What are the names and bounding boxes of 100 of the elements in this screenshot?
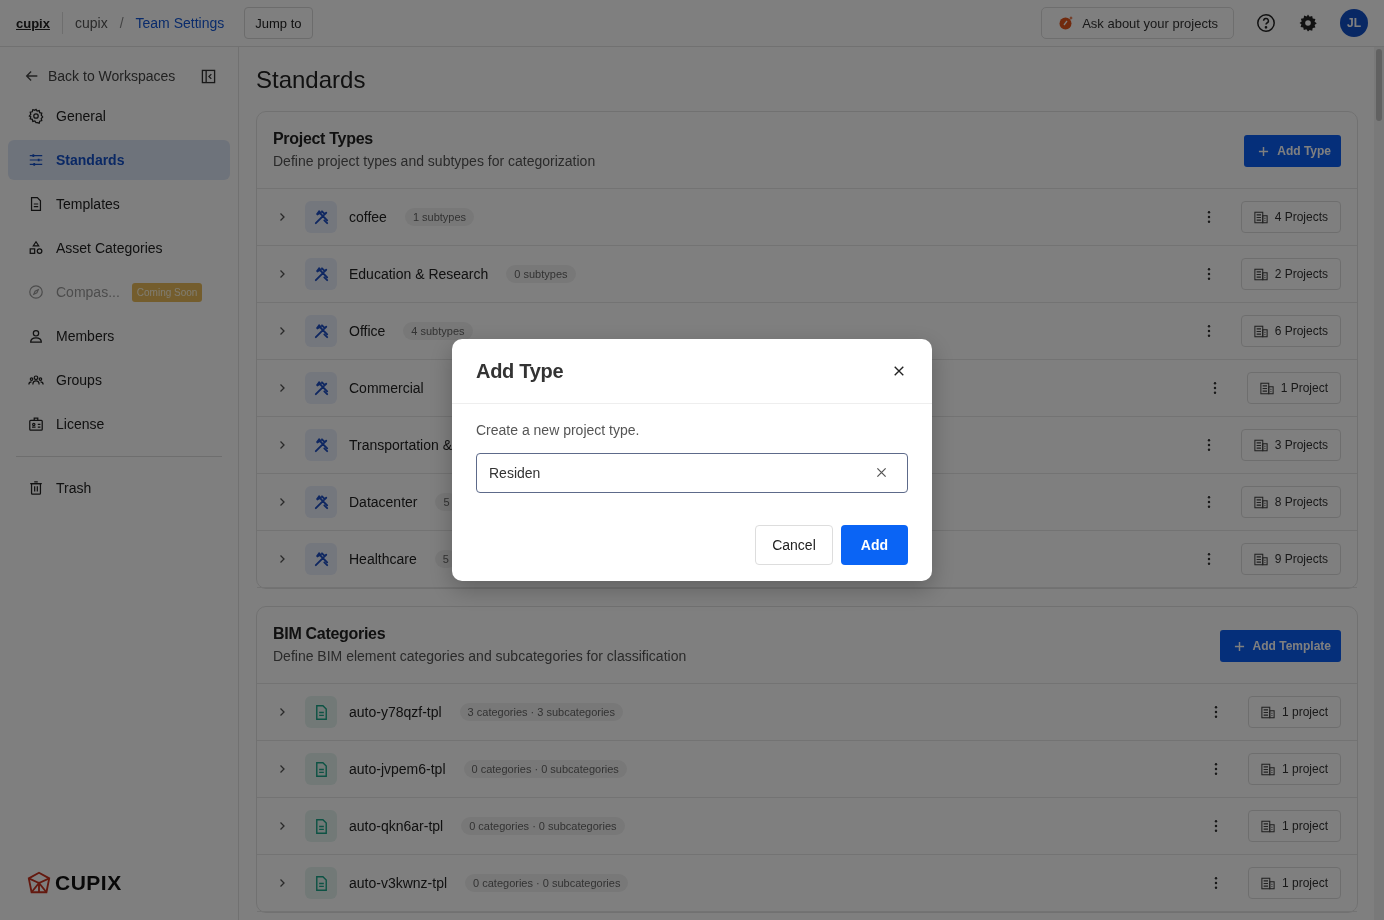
tools-icon [312,208,330,226]
tools-icon [312,379,330,397]
dialog-title: Add Type [476,359,564,383]
document-icon [28,196,44,212]
sidebar-item-label: Templates [56,196,120,212]
row-name: coffee [349,209,387,225]
projects-button[interactable]: 4 Projects [1240,201,1341,233]
jump-to-button[interactable]: Jump to [244,7,313,39]
chevron-right-icon[interactable] [277,878,287,888]
count-badge: 0 categories · 0 subcategories [463,760,627,778]
sidebar-item-label: Trash [56,480,92,496]
projects-button[interactable]: 6 Projects [1240,315,1341,347]
sidebar-item-label: Standards [56,152,125,168]
chevron-right-icon[interactable] [277,440,287,450]
add-confirm-button[interactable]: Add [840,525,908,565]
scrollbar-thumb[interactable] [1376,49,1382,121]
sidebar-item[interactable]: Members [8,316,230,356]
clear-icon[interactable] [876,467,887,478]
building-icon [1253,495,1268,509]
more-options-icon[interactable] [1206,552,1211,566]
chevron-right-icon[interactable] [277,212,287,222]
sidebar-item[interactable]: Asset Categories [8,228,230,268]
projects-button[interactable]: 1 Project [1246,372,1341,404]
building-icon [1260,819,1275,833]
chevron-right-icon[interactable] [277,326,287,336]
more-options-icon[interactable] [1206,267,1211,281]
sidebar-item-label: Asset Categories [56,240,163,256]
gear-icon [28,108,44,124]
row-name: auto-v3kwnz-tpl [349,875,448,891]
count-badge: 0 categories · 0 subcategories [465,874,629,892]
sidebar-item-label: Members [56,328,115,344]
breadcrumb-current[interactable]: Team Settings [135,15,225,31]
chevron-right-icon[interactable] [277,764,287,774]
chevron-right-icon[interactable] [277,383,287,393]
coming-soon-badge: Coming Soon [131,282,203,302]
section-description: Define BIM element categories and subcategories for classification [273,648,688,664]
back-link[interactable]: Back to Workspaces [24,68,176,84]
chevron-right-icon[interactable] [277,497,287,507]
help-icon[interactable] [1256,13,1276,33]
sidebar-item[interactable]: General [8,96,230,136]
projects-button[interactable]: 1 project [1247,867,1341,899]
building-icon [1253,552,1268,566]
add-button[interactable]: Add Type [1244,135,1341,167]
more-options-icon[interactable] [1206,495,1211,509]
tools-icon [312,493,330,511]
chevron-right-icon[interactable] [277,269,287,279]
chevron-right-icon[interactable] [277,554,287,564]
row-name: Healthcare [349,551,417,567]
more-options-icon[interactable] [1213,876,1218,890]
count-badge: 4 subtypes [403,322,473,340]
more-options-icon[interactable] [1212,381,1217,395]
tools-icon [312,265,330,283]
projects-button[interactable]: 8 Projects [1240,486,1341,518]
more-options-icon[interactable] [1206,324,1211,338]
projects-button[interactable]: 1 project [1247,810,1341,842]
ask-ai-button[interactable]: Ask about your projects [1041,7,1234,39]
close-icon[interactable] [893,365,905,377]
projects-button[interactable]: 3 Projects [1240,429,1341,461]
more-options-icon[interactable] [1206,438,1211,452]
cancel-button[interactable]: Cancel [755,525,833,565]
type-name-input[interactable]: Residen [476,453,908,493]
chevron-right-icon[interactable] [277,821,287,831]
count-badge: 0 subtypes [506,265,576,283]
tools-icon [312,550,330,568]
user-avatar[interactable]: JL [1340,9,1368,37]
more-options-icon[interactable] [1213,819,1218,833]
sidebar-item-label: General [56,108,106,124]
building-icon [1253,438,1268,452]
section-description: Define project types and subtypes for categorization [273,153,597,169]
row-name: auto-jvpem6-tpl [349,761,446,777]
add-button[interactable]: Add Template [1219,630,1341,662]
building-icon [1253,210,1268,224]
projects-button[interactable]: 2 Projects [1240,258,1341,290]
trash-icon [28,480,44,496]
logo-link[interactable]: cupix [16,15,50,31]
collapse-sidebar-icon[interactable] [201,68,216,84]
sidebar-item[interactable]: Templates [8,184,230,224]
dialog-description: Create a new project type. [476,422,641,438]
more-options-icon[interactable] [1206,210,1211,224]
building-icon [1253,324,1268,338]
projects-button[interactable]: 1 project [1247,753,1341,785]
projects-button[interactable]: 1 project [1247,696,1341,728]
projects-button[interactable]: 9 Projects [1240,543,1341,575]
section-title: Project Types [273,130,374,148]
breadcrumb-item[interactable]: cupix [74,15,108,31]
brand-logo: CUPIX [55,871,122,895]
settings-icon[interactable] [1298,13,1318,33]
sliders-icon [28,152,44,168]
chevron-right-icon[interactable] [277,707,287,717]
sidebar-item[interactable]: Standards [8,140,230,180]
building-icon [1260,876,1275,890]
sidebar-item[interactable]: Trash [8,468,230,508]
count-badge: 0 categories · 0 subcategories [461,817,625,835]
building-icon [1253,267,1268,281]
person-icon [28,328,44,344]
more-options-icon[interactable] [1213,705,1218,719]
sidebar-item[interactable]: License [8,404,230,444]
more-options-icon[interactable] [1213,762,1218,776]
sidebar-item-label: Groups [56,372,102,388]
sidebar-item[interactable]: Groups [8,360,230,400]
